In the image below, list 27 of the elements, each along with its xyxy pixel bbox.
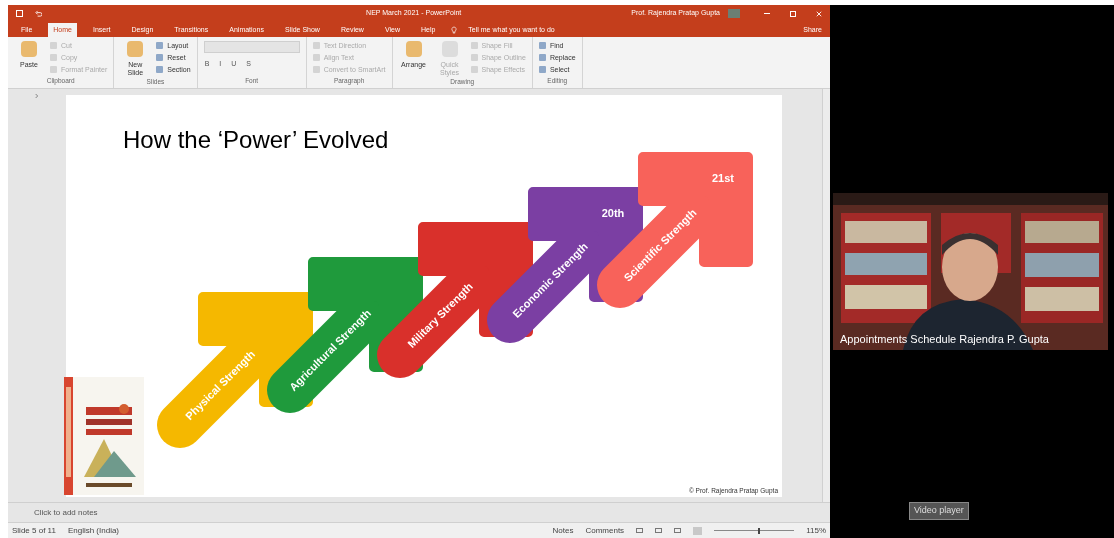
scrollbar[interactable] [822,89,830,502]
zoom-slider[interactable] [714,527,795,534]
view-icon [655,528,663,533]
minimize-icon [764,13,770,14]
language-text: English (India) [67,524,120,537]
view-icon [693,526,703,535]
undo-icon[interactable] [35,10,42,17]
era-label: 20th [601,207,625,219]
large-icon [405,41,422,57]
notes-button[interactable]: Notes [552,524,574,537]
slide-title: How the ‘Power’ Evolved [123,125,389,155]
expand-icon[interactable] [35,93,39,99]
large-icon [127,41,144,57]
slide-counter: Slide 5 of 11 [12,524,56,537]
tooltip: Video player [909,502,969,520]
large-icon [21,41,37,57]
view-icon [674,528,682,533]
avatar-icon [728,9,740,18]
view-icon [636,528,644,533]
comments-button[interactable]: Comments [585,524,625,537]
save-icon [16,10,23,17]
zoom-reading: 115% [806,524,826,537]
close-icon[interactable] [816,10,822,17]
maximize-icon [790,10,796,17]
video-caption: Appointments Schedule Rajendra P. Gupta [840,332,1049,347]
lightbulb-icon [451,26,458,34]
era-label: 21st [712,172,734,184]
